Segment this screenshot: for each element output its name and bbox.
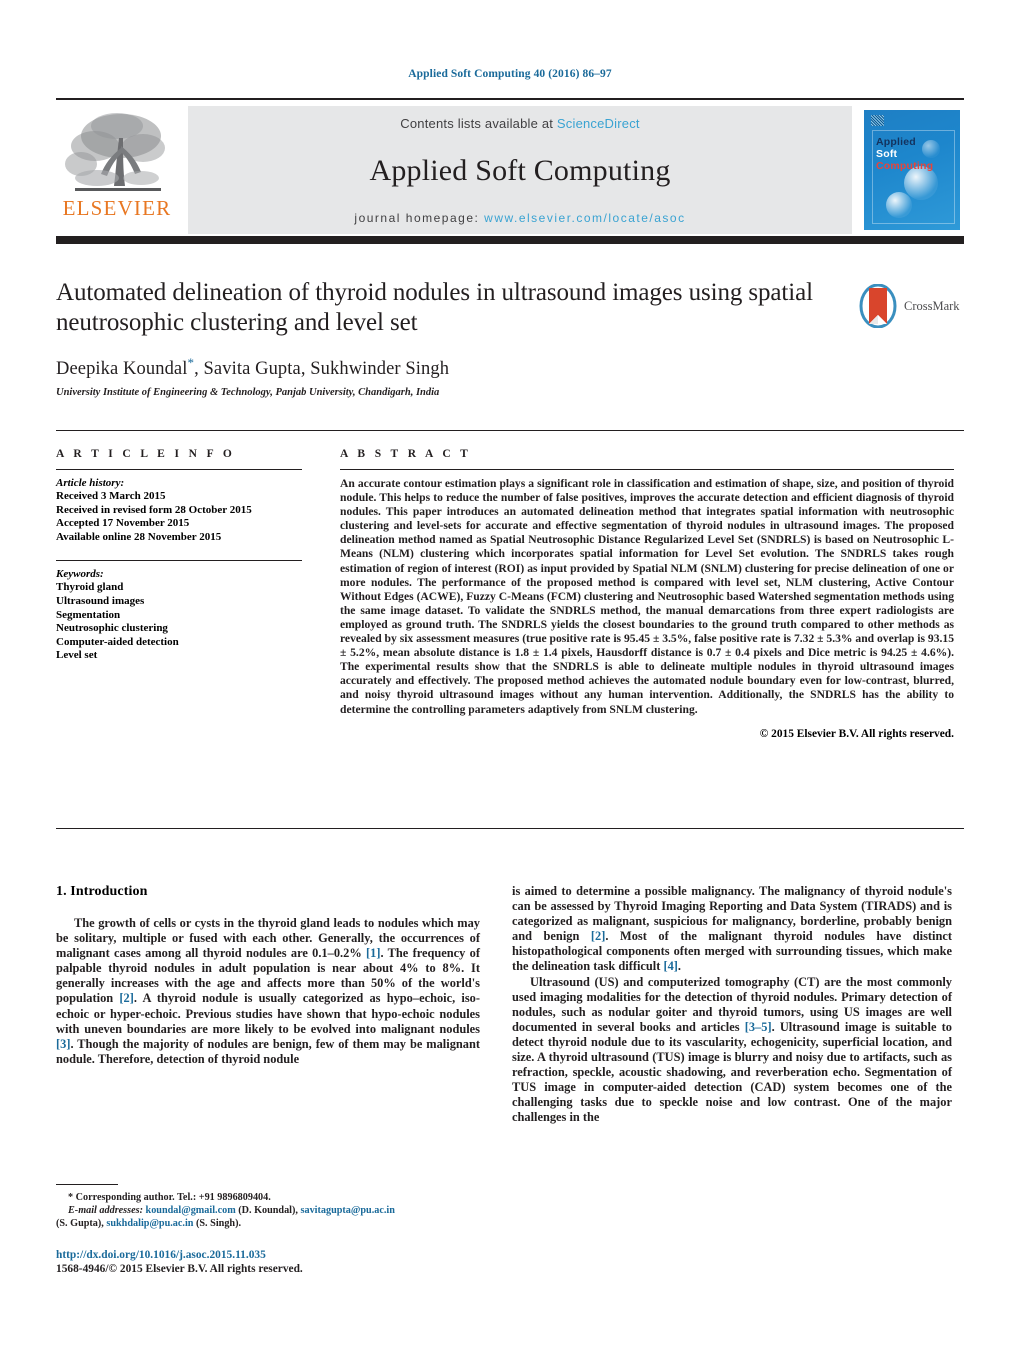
- crossmark-label: CrossMark: [904, 298, 960, 313]
- abstract-text: An accurate contour estimation plays a s…: [340, 477, 954, 716]
- cover-blob: [886, 192, 912, 218]
- journal-masthead: ELSEVIER Contents lists available at Sci…: [56, 98, 964, 242]
- divider-below-abstract: [56, 828, 964, 829]
- author-list: Deepika Koundal*, Savita Gupta, Sukhwind…: [56, 355, 964, 380]
- authors-names: Deepika Koundal*, Savita Gupta, Sukhwind…: [56, 355, 450, 380]
- corresponding-author-marker: *: [187, 355, 195, 370]
- article-history-heading: Article history:: [56, 477, 125, 489]
- keyword-item: Level set: [56, 649, 98, 662]
- section-heading-introduction: 1. Introduction: [56, 884, 148, 899]
- journal-title: Applied Soft Computing: [369, 154, 671, 187]
- email-link-1[interactable]: koundal@gmail.com: [146, 1205, 236, 1216]
- keywords-heading: Keywords:: [56, 568, 104, 581]
- cover-title-text: Applied Soft Computing: [876, 136, 933, 172]
- body-column-left: 1. Introduction The growth of cells or c…: [56, 884, 480, 1067]
- cover-barcode-icon: [871, 115, 884, 126]
- citation-ref[interactable]: [2]: [119, 991, 133, 1005]
- running-head: Applied Soft Computing 40 (2016) 86–97: [408, 68, 612, 80]
- history-item: Received in revised form 28 October 2015: [56, 503, 252, 516]
- elsevier-wordmark: ELSEVIER: [62, 196, 172, 220]
- contents-prefix: Contents lists available at: [400, 116, 557, 131]
- issn-copyright-line: 1568-4946/© 2015 Elsevier B.V. All right…: [56, 1263, 303, 1275]
- keyword-item: Thyroid gland: [56, 581, 124, 594]
- cover-line-1: Applied: [876, 136, 916, 148]
- email-owner-2: (S. Gupta),: [56, 1218, 104, 1229]
- article-info-rule: [56, 469, 302, 470]
- article-info-label: A R T I C L E I N F O: [56, 448, 236, 460]
- body-paragraph: The growth of cells or cysts in the thyr…: [56, 916, 480, 1066]
- email-owner-1: (D. Koundal),: [238, 1205, 298, 1216]
- history-item: Available online 28 November 2015: [56, 530, 222, 543]
- masthead-black-bar: [56, 236, 964, 244]
- masthead-center: Contents lists available at ScienceDirec…: [188, 106, 852, 234]
- abstract-rule: [340, 469, 954, 470]
- abstract-section: A B S T R A C T An accurate contour esti…: [340, 448, 954, 740]
- citation-ref[interactable]: [2]: [591, 929, 605, 943]
- keywords-rule: [56, 560, 302, 562]
- email-addresses-note-cont: (S. Gupta), sukhdalip@pu.ac.in (S. Singh…: [56, 1217, 480, 1230]
- title-block: Automated delineation of thyroid nodules…: [56, 278, 964, 398]
- doi-link[interactable]: http://dx.doi.org/10.1016/j.asoc.2015.11…: [56, 1248, 496, 1262]
- doi-block: http://dx.doi.org/10.1016/j.asoc.2015.11…: [56, 1248, 496, 1276]
- footnote-rule: [56, 1184, 118, 1185]
- affiliation: University Institute of Engineering & Te…: [56, 387, 440, 399]
- journal-homepage-link[interactable]: www.elsevier.com/locate/asoc: [484, 211, 685, 225]
- citation-ref[interactable]: [4]: [663, 959, 677, 973]
- body-paragraph: Ultrasound (US) and computerized tomogra…: [512, 974, 952, 1125]
- sciencedirect-link[interactable]: ScienceDirect: [557, 116, 640, 131]
- email-label: E-mail addresses:: [68, 1205, 143, 1216]
- keyword-item: Neutrosophic clustering: [56, 622, 168, 635]
- email-addresses-note: E-mail addresses: koundal@gmail.com (D. …: [56, 1204, 480, 1217]
- corresponding-author-note: * Corresponding author. Tel.: +91 989680…: [68, 1192, 271, 1203]
- email-link-2[interactable]: savitagupta@pu.ac.in: [301, 1205, 395, 1216]
- crossmark-icon: [858, 283, 898, 329]
- history-item: Received 3 March 2015: [56, 490, 166, 502]
- citation-ref[interactable]: [3]: [56, 1037, 70, 1051]
- body-column-right: is aimed to determine a possible maligna…: [512, 884, 952, 1126]
- journal-homepage-line: journal homepage: www.elsevier.com/locat…: [354, 211, 685, 225]
- cover-artwork: Applied Soft Computing: [864, 110, 960, 230]
- elsevier-tree-icon: [61, 108, 173, 200]
- history-item: Accepted 17 November 2015: [56, 517, 190, 530]
- footnote-block: * Corresponding author. Tel.: +91 989680…: [56, 1184, 480, 1230]
- email-owner-3: (S. Singh).: [196, 1218, 242, 1229]
- abstract-label: A B S T R A C T: [340, 448, 472, 460]
- body-paragraph: is aimed to determine a possible maligna…: [512, 884, 953, 974]
- citation-ref[interactable]: [1]: [366, 946, 380, 960]
- citation-ref[interactable]: [3–5]: [745, 1020, 772, 1034]
- email-link-3[interactable]: sukhdalip@pu.ac.in: [106, 1218, 193, 1229]
- article-info-section: A R T I C L E I N F O Article history: R…: [56, 448, 302, 663]
- homepage-prefix: journal homepage:: [354, 211, 485, 225]
- page-title: Automated delineation of thyroid nodules…: [56, 279, 813, 336]
- keyword-item: Computer-aided detection: [56, 635, 179, 648]
- journal-cover-thumbnail: Applied Soft Computing: [860, 106, 964, 234]
- abstract-copyright: © 2015 Elsevier B.V. All rights reserved…: [759, 727, 954, 740]
- divider-above-abstract: [56, 430, 964, 431]
- crossmark-badge[interactable]: CrossMark: [858, 280, 964, 332]
- cover-line-2: Soft: [876, 148, 898, 160]
- keyword-item: Ultrasound images: [56, 594, 145, 607]
- elsevier-logo: ELSEVIER: [56, 106, 178, 234]
- article-first-page: Applied Soft Computing 40 (2016) 86–97 E…: [0, 0, 1020, 1351]
- contents-available-line: Contents lists available at ScienceDirec…: [400, 116, 639, 131]
- cover-line-3: Computing: [876, 160, 934, 172]
- keyword-item: Segmentation: [56, 608, 121, 621]
